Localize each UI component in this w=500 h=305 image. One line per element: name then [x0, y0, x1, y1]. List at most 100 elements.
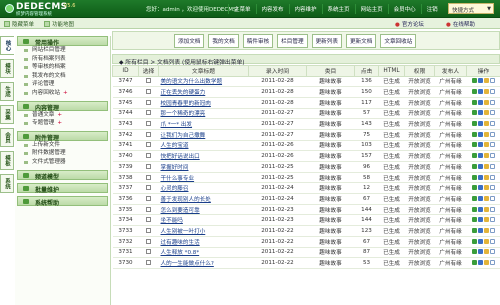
attachment-icon[interactable] — [490, 163, 495, 169]
article-title-link[interactable]: 爪 *一* 出发 — [161, 122, 193, 128]
cell-category[interactable]: 趣味故事 — [306, 150, 355, 162]
article-title-link[interactable]: 掌握好时间 — [161, 165, 189, 171]
toolbar-button-0[interactable]: 添加文档 — [174, 33, 205, 48]
article-title-link[interactable]: 人的一生能做点什么? — [161, 261, 214, 267]
menu-item-1-0[interactable]: 普通文章 + — [15, 111, 110, 120]
table-row[interactable]: 3744 那一个稀奇的漂亮 2011-02-27 趣味故事 57 已生成 开放浏览 广州有缘 — [112, 108, 500, 120]
edit-icon[interactable] — [472, 206, 477, 212]
row-checkbox[interactable] — [146, 99, 151, 105]
row-checkbox[interactable] — [146, 249, 151, 255]
attachment-icon[interactable] — [490, 185, 495, 191]
delete-icon[interactable] — [484, 217, 489, 223]
attachment-icon[interactable] — [490, 99, 495, 105]
toolbar-button-2[interactable]: 稿件审核 — [242, 33, 274, 48]
cell-category[interactable]: 趣味故事 — [306, 76, 355, 88]
edit-icon[interactable] — [472, 227, 477, 233]
view-icon[interactable] — [478, 238, 483, 244]
delete-icon[interactable] — [484, 238, 489, 244]
view-icon[interactable] — [478, 185, 483, 191]
row-checkbox[interactable] — [146, 185, 151, 191]
view-icon[interactable] — [478, 99, 483, 105]
article-title-link[interactable]: 人生的宝道 — [161, 143, 189, 149]
article-title-link[interactable]: 怎么到要造可靠 — [161, 208, 200, 214]
menu-group-1[interactable]: 内容管理 — [17, 100, 108, 112]
article-title-link[interactable]: 那一个稀奇的漂亮 — [161, 111, 206, 117]
row-checkbox[interactable] — [146, 260, 151, 266]
edit-icon[interactable] — [472, 110, 477, 116]
edit-icon[interactable] — [472, 249, 477, 255]
article-title-link[interactable]: 让我们为自己撒舞 — [161, 133, 206, 139]
edit-icon[interactable] — [472, 78, 477, 84]
cell-category[interactable]: 趣味故事 — [306, 247, 355, 259]
edit-icon[interactable] — [472, 174, 477, 180]
menu-item-2-1[interactable]: 附件数据管理 — [15, 149, 110, 158]
attachment-icon[interactable] — [490, 217, 495, 223]
cell-category[interactable]: 趣味故事 — [306, 225, 355, 237]
article-title-link[interactable]: 人生别被一叶打小 — [161, 229, 206, 235]
article-title-link[interactable]: 校园青春里的新冠肉 — [161, 101, 211, 107]
cell-category[interactable]: 趣味故事 — [306, 172, 355, 184]
table-row[interactable]: 3738 干什么事专业 2011-02-25 趣味故事 58 已生成 开放浏览 广州有缘 — [112, 172, 500, 184]
online-help-link[interactable]: ● 在线帮助 — [446, 20, 475, 28]
edit-icon[interactable] — [472, 89, 477, 95]
menu-item-2-2[interactable]: 文件式管理器 — [15, 158, 110, 167]
row-checkbox[interactable] — [146, 174, 151, 180]
edit-icon[interactable] — [472, 185, 477, 191]
cell-category[interactable]: 趣味故事 — [306, 161, 355, 173]
nav-item-4[interactable]: 网站主页 — [354, 4, 388, 14]
edit-icon[interactable] — [472, 260, 477, 266]
delete-icon[interactable] — [484, 185, 489, 191]
cell-category[interactable]: 趣味故事 — [306, 236, 355, 248]
row-checkbox[interactable] — [146, 110, 151, 116]
delete-icon[interactable] — [484, 195, 489, 201]
row-checkbox[interactable] — [146, 89, 151, 95]
toolbar-button-3[interactable]: 栏目管理 — [277, 33, 308, 48]
cell-category[interactable]: 趣味故事 — [306, 118, 355, 130]
cell-category[interactable]: 趣味故事 — [306, 193, 355, 205]
attachment-icon[interactable] — [490, 206, 495, 212]
edit-icon[interactable] — [472, 131, 477, 137]
side-tab-5[interactable]: 模板 — [0, 151, 14, 170]
delete-icon[interactable] — [484, 89, 489, 95]
cell-category[interactable]: 趣味故事 — [306, 86, 355, 98]
side-tab-2[interactable]: 生成 — [0, 82, 14, 101]
row-checkbox[interactable] — [146, 163, 151, 169]
attachment-icon[interactable] — [490, 195, 495, 201]
view-icon[interactable] — [478, 121, 483, 127]
menu-group-3[interactable]: 频道模型 — [17, 169, 108, 181]
table-row[interactable]: 3735 怎么到要造可靠 2011-02-23 趣味故事 144 已生成 开放浏览 广州有缘 — [112, 204, 500, 216]
cell-category[interactable]: 趣味故事 — [306, 204, 355, 216]
side-tab-0[interactable]: 核心 — [0, 36, 14, 55]
add-icon[interactable]: + — [63, 90, 68, 96]
edit-icon[interactable] — [472, 238, 477, 244]
row-checkbox[interactable] — [146, 227, 151, 233]
article-title-link[interactable]: 坐不能吗 — [161, 218, 183, 224]
menu-group-0[interactable]: 常用操作 — [17, 36, 108, 47]
article-title-link[interactable]: 正在丢失的硬蛋力 — [161, 90, 206, 96]
cell-category[interactable]: 趣味故事 — [306, 214, 355, 227]
side-tab-6[interactable]: 系统 — [0, 174, 14, 193]
table-row[interactable]: 3732 过有趣味的生活 2011-02-22 趣味故事 67 已生成 开放浏览 广州有缘 — [112, 236, 500, 248]
row-checkbox[interactable] — [146, 238, 151, 244]
function-map-button[interactable]: 功能地图 — [44, 19, 74, 28]
side-tab-4[interactable]: 会员 — [0, 128, 14, 147]
article-title-link[interactable]: 美的语文为什么出数学题 — [161, 79, 223, 85]
edit-icon[interactable] — [472, 153, 477, 159]
menu-group-2[interactable]: 附件管理 — [17, 130, 108, 142]
side-tab-3[interactable]: 采集 — [0, 105, 14, 124]
row-checkbox[interactable] — [146, 206, 151, 212]
toolbar-button-5[interactable]: 更新文档 — [345, 33, 377, 48]
delete-icon[interactable] — [484, 174, 489, 180]
table-row[interactable]: 3734 坐不能吗 2011-02-23 趣味故事 144 已生成 开放浏览 广州有缘 — [112, 214, 500, 227]
view-icon[interactable] — [478, 110, 483, 116]
row-checkbox[interactable] — [146, 217, 151, 223]
row-checkbox[interactable] — [146, 153, 151, 159]
toolbar-button-1[interactable]: 我的文档 — [208, 33, 239, 48]
nav-item-5[interactable]: 会员中心 — [387, 4, 421, 14]
delete-icon[interactable] — [484, 153, 489, 159]
attachment-icon[interactable] — [490, 249, 495, 255]
official-forum-link[interactable]: ● 官方论坛 — [395, 20, 424, 28]
attachment-icon[interactable] — [490, 131, 495, 137]
menu-item-0-4[interactable]: 评论管理 — [15, 80, 110, 89]
view-icon[interactable] — [478, 174, 483, 180]
